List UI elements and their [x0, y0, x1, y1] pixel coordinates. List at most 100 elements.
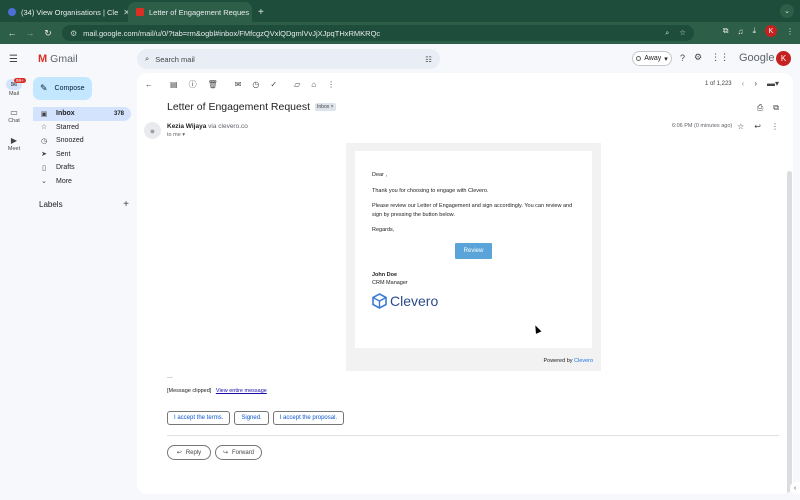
sidebar-item-inbox[interactable]: ▣ Inbox 378 [33, 107, 131, 121]
search-icon[interactable]: ⌕ [145, 54, 149, 64]
apps-grid-icon[interactable]: ⋮⋮ [711, 52, 729, 63]
snooze-icon[interactable]: ◷ [252, 80, 259, 89]
tab-search-chevron-icon[interactable]: ⌄ [780, 4, 794, 18]
back-to-inbox-icon[interactable]: ← [145, 80, 153, 89]
sidebar-item-drafts[interactable]: ▯ Drafts [33, 161, 131, 175]
new-tab-button[interactable]: + [252, 2, 270, 22]
browser-profile-avatar[interactable]: K [765, 25, 777, 37]
search-mail-input[interactable]: ⌕ Search mail ☷ [137, 49, 440, 69]
clevero-link[interactable]: Clevero [574, 358, 593, 364]
more-options-icon[interactable]: ⋮ [771, 122, 779, 131]
star-icon: ☆ [40, 124, 48, 132]
sidebar-item-label: More [56, 177, 72, 185]
rail-mail[interactable]: ✉ 99+ Mail [0, 74, 28, 102]
help-icon[interactable]: ? [680, 53, 685, 63]
rail-label: Meet [7, 146, 21, 152]
sidebar-item-label: Drafts [56, 164, 75, 172]
more-options-icon[interactable]: ⋮ [327, 80, 335, 89]
clipped-text: [Message clipped] [167, 388, 212, 394]
extensions-icon[interactable]: ⧉ [723, 26, 729, 36]
forward-button[interactable]: ↪ Forward [215, 445, 262, 460]
sidebar-item-label: Starred [56, 123, 79, 131]
chevron-down-icon: ⌄ [41, 178, 47, 186]
labels-heading: Labels [39, 200, 63, 209]
inbox-icon: ▣ [40, 110, 48, 118]
sidebar-item-starred[interactable]: ☆ Starred [33, 121, 131, 135]
star-icon[interactable]: ☆ [737, 122, 744, 131]
input-tools-icon[interactable]: ▬▾ [767, 79, 779, 88]
back-arrow-icon[interactable]: ← [3, 28, 21, 38]
archive-icon[interactable]: ▤ [170, 80, 178, 89]
reply-icon[interactable]: ↩ [754, 122, 761, 131]
compose-button[interactable]: ✎ Compose [33, 77, 92, 100]
recipient-details-toggle[interactable]: to me ▾ [167, 132, 185, 138]
scrollbar-thumb[interactable] [787, 171, 792, 494]
main-menu-icon[interactable]: ☰ [9, 54, 18, 65]
report-spam-icon[interactable]: ⓘ [189, 79, 197, 90]
draft-file-icon: ▯ [42, 164, 46, 172]
download-icon[interactable]: ⤓ [752, 26, 756, 36]
trimmed-content-toggle[interactable]: ... [167, 373, 173, 380]
sidebar-item-sent[interactable]: ➤ Sent [33, 148, 131, 162]
email-subject: Letter of Engagement Request [167, 101, 311, 113]
add-to-tasks-icon[interactable]: ✓ [270, 80, 277, 89]
smart-reply-signed[interactable]: Signed. [234, 411, 269, 425]
label-icon[interactable]: ⌂ [311, 80, 316, 89]
sender-avatar[interactable]: ● [144, 122, 161, 139]
address-bar[interactable]: ⚙ mail.google.com/mail/u/0/?tab=rm&ogbl#… [62, 25, 694, 41]
left-app-rail: ✉ 99+ Mail ▭ Chat ▶ Meet [0, 74, 28, 158]
reload-icon[interactable]: ↻ [39, 28, 57, 39]
browser-menu-icon[interactable]: ⋮ [786, 27, 794, 36]
rail-label: Chat [8, 118, 20, 124]
forward-label: Forward [232, 449, 255, 456]
rail-meet[interactable]: ▶ Meet [0, 130, 28, 158]
powered-by-footer: Powered by Clevero [543, 358, 593, 364]
add-label-icon[interactable]: + [123, 199, 129, 210]
settings-gear-icon[interactable]: ⚙ [694, 52, 702, 63]
body-line-1: Thank you for choosing to engage with Cl… [372, 187, 489, 194]
unread-badge: 99+ [14, 78, 26, 83]
reply-button[interactable]: ↩ Reply [167, 445, 211, 460]
gmail-logo[interactable]: M Gmail [38, 53, 78, 65]
move-to-icon[interactable]: ▱ [294, 80, 300, 89]
open-new-window-icon[interactable]: ⧉ [773, 103, 779, 113]
status-label: Away [644, 55, 662, 62]
chevron-down-icon: ▾ [664, 55, 668, 63]
gmail-m-icon: M [38, 53, 48, 65]
bookmark-star-icon[interactable]: ☆ [679, 28, 686, 38]
older-chevron-icon[interactable]: › [754, 79, 757, 88]
view-entire-message-link[interactable]: View entire message [216, 388, 267, 394]
status-selector[interactable]: Away ▾ [632, 51, 672, 66]
google-wordmark[interactable]: Google [739, 52, 774, 64]
forward-arrow-icon[interactable]: → [21, 28, 39, 38]
email-body-card: Dear , Thank you for choosing to engage … [355, 151, 592, 348]
forward-icon: ↪ [222, 450, 228, 456]
sender-via: via clevero.co [208, 123, 248, 130]
site-info-icon[interactable]: ⚙ [70, 29, 77, 38]
search-options-icon[interactable]: ☷ [425, 55, 432, 64]
browser-tab-gmail[interactable]: Letter of Engagement Reques ✕ [128, 2, 252, 22]
reply-actions: ↩ Reply ↪ Forward [167, 445, 262, 460]
sidebar-item-label: Sent [56, 150, 71, 158]
print-icon[interactable]: ⎙ [757, 103, 763, 113]
inbox-label-chip[interactable]: Inbox × [315, 103, 336, 111]
mark-unread-icon[interactable]: ✉ [235, 80, 242, 89]
signature-title: CRM Manager [372, 280, 408, 287]
clevero-cube-icon [372, 293, 387, 310]
account-avatar[interactable]: K [776, 51, 791, 66]
media-icon[interactable]: ♫ [737, 27, 743, 36]
browser-tab-organisations[interactable]: (34) View Organisations | Cle ✕ [0, 2, 128, 22]
reply-label: Reply [185, 449, 202, 456]
delete-icon[interactable]: 🗑 [208, 80, 218, 89]
smart-reply-accept-terms[interactable]: I accept the terms. [167, 411, 231, 425]
newer-chevron-icon[interactable]: ‹ [742, 79, 745, 88]
side-panel-toggle-chevron-icon[interactable]: ‹ [790, 482, 800, 494]
rail-chat[interactable]: ▭ Chat [0, 102, 28, 130]
sidebar-item-snoozed[interactable]: ◷ Snoozed [33, 134, 131, 148]
email-scrollbar[interactable] [786, 171, 793, 494]
sidebar-item-more[interactable]: ⌄ More [33, 175, 131, 189]
review-button[interactable]: Review [455, 242, 492, 259]
smart-reply-accept-proposal[interactable]: I accept the proposal. [272, 411, 345, 425]
sender-name[interactable]: Kezia Wijaya [167, 123, 206, 130]
zoom-icon[interactable]: ⌕ [665, 28, 669, 38]
